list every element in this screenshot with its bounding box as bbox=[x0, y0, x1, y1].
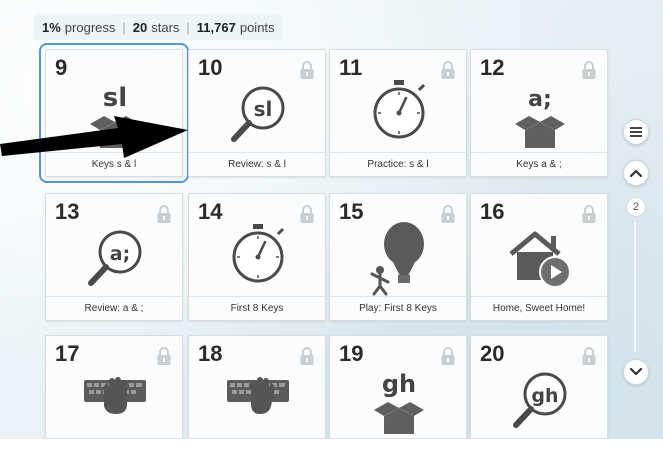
stats-divider: | bbox=[122, 19, 126, 35]
lesson-card-13[interactable]: 13 a; Review: a & ; bbox=[45, 193, 183, 321]
lesson-label: Play: First 8 Keys bbox=[330, 296, 466, 320]
box-keys-icon: a; bbox=[515, 87, 565, 148]
lesson-card-17[interactable]: 17 bbox=[45, 335, 183, 449]
progress-value: 1% bbox=[42, 19, 61, 35]
page-indicator: 2 bbox=[626, 197, 646, 217]
points-label: points bbox=[239, 19, 275, 35]
chevron-down-icon bbox=[630, 368, 642, 376]
house-video-icon bbox=[509, 231, 571, 288]
scroll-up-button[interactable] bbox=[623, 160, 649, 186]
lesson-card-20[interactable]: 20 gh bbox=[470, 335, 608, 449]
bottom-strip bbox=[0, 439, 663, 449]
box-keys-icon: sl bbox=[90, 83, 140, 148]
balloon-game-icon bbox=[370, 222, 424, 296]
svg-text:a;: a; bbox=[528, 87, 552, 112]
svg-text:a;: a; bbox=[110, 243, 130, 265]
keyboard-hand-icon bbox=[84, 377, 146, 414]
magnifier-icon: sl bbox=[231, 86, 285, 142]
lesson-label: Practice: s & l bbox=[330, 152, 466, 176]
points-stat: 11,767 points bbox=[197, 20, 275, 35]
progress-stat: 1% progress bbox=[42, 20, 115, 35]
lesson-card-12[interactable]: 12 a; Keys a & ; bbox=[470, 49, 608, 177]
svg-text:gh: gh bbox=[382, 370, 416, 398]
points-value: 11,767 bbox=[196, 19, 236, 35]
lesson-card-10[interactable]: 10 sl Review: s & l bbox=[188, 49, 326, 177]
lesson-label: Home, Sweet Home! bbox=[471, 296, 607, 320]
svg-text:sl: sl bbox=[103, 83, 127, 113]
svg-text:gh: gh bbox=[531, 385, 558, 407]
magnifier-icon: gh bbox=[513, 372, 567, 428]
stopwatch-icon bbox=[373, 80, 426, 139]
lesson-card-11[interactable]: 11 Practice: s & l bbox=[329, 49, 467, 177]
stopwatch-icon bbox=[232, 224, 285, 283]
lesson-card-18[interactable]: 18 bbox=[188, 335, 326, 449]
magnifier-icon: a; bbox=[88, 230, 142, 286]
stats-bar: 1% progress | 20 stars | 11,767 points bbox=[34, 14, 283, 40]
svg-text:sl: sl bbox=[254, 97, 273, 121]
menu-button[interactable] bbox=[623, 119, 649, 145]
lesson-label: Review: s & l bbox=[189, 152, 325, 176]
lesson-card-9[interactable]: 9 sl Keys s & l bbox=[39, 43, 189, 183]
stats-divider: | bbox=[186, 19, 190, 35]
progress-label: progress bbox=[64, 19, 116, 35]
lesson-card-19[interactable]: 19 gh bbox=[329, 335, 467, 449]
chevron-up-icon bbox=[630, 169, 642, 177]
lesson-label: First 8 Keys bbox=[189, 296, 325, 320]
keyboard-hand-icon bbox=[227, 377, 289, 414]
lesson-card-14[interactable]: 14 First 8 Keys bbox=[188, 193, 326, 321]
lesson-card-15[interactable]: 15 Play: First 8 Keys bbox=[329, 193, 467, 321]
lesson-label: Keys a & ; bbox=[471, 152, 607, 176]
lesson-label: Review: a & ; bbox=[46, 296, 182, 320]
lesson-card-16[interactable]: 16 Home, Sweet Home! bbox=[470, 193, 608, 321]
menu-icon bbox=[630, 127, 642, 137]
scroll-track[interactable] bbox=[634, 222, 636, 352]
stars-label: stars bbox=[151, 19, 180, 35]
lesson-label: Keys s & l bbox=[46, 152, 182, 176]
box-keys-icon: gh bbox=[374, 370, 424, 434]
stars-value: 20 bbox=[132, 19, 148, 35]
scroll-down-button[interactable] bbox=[623, 359, 649, 385]
stars-stat: 20 stars bbox=[133, 20, 180, 35]
